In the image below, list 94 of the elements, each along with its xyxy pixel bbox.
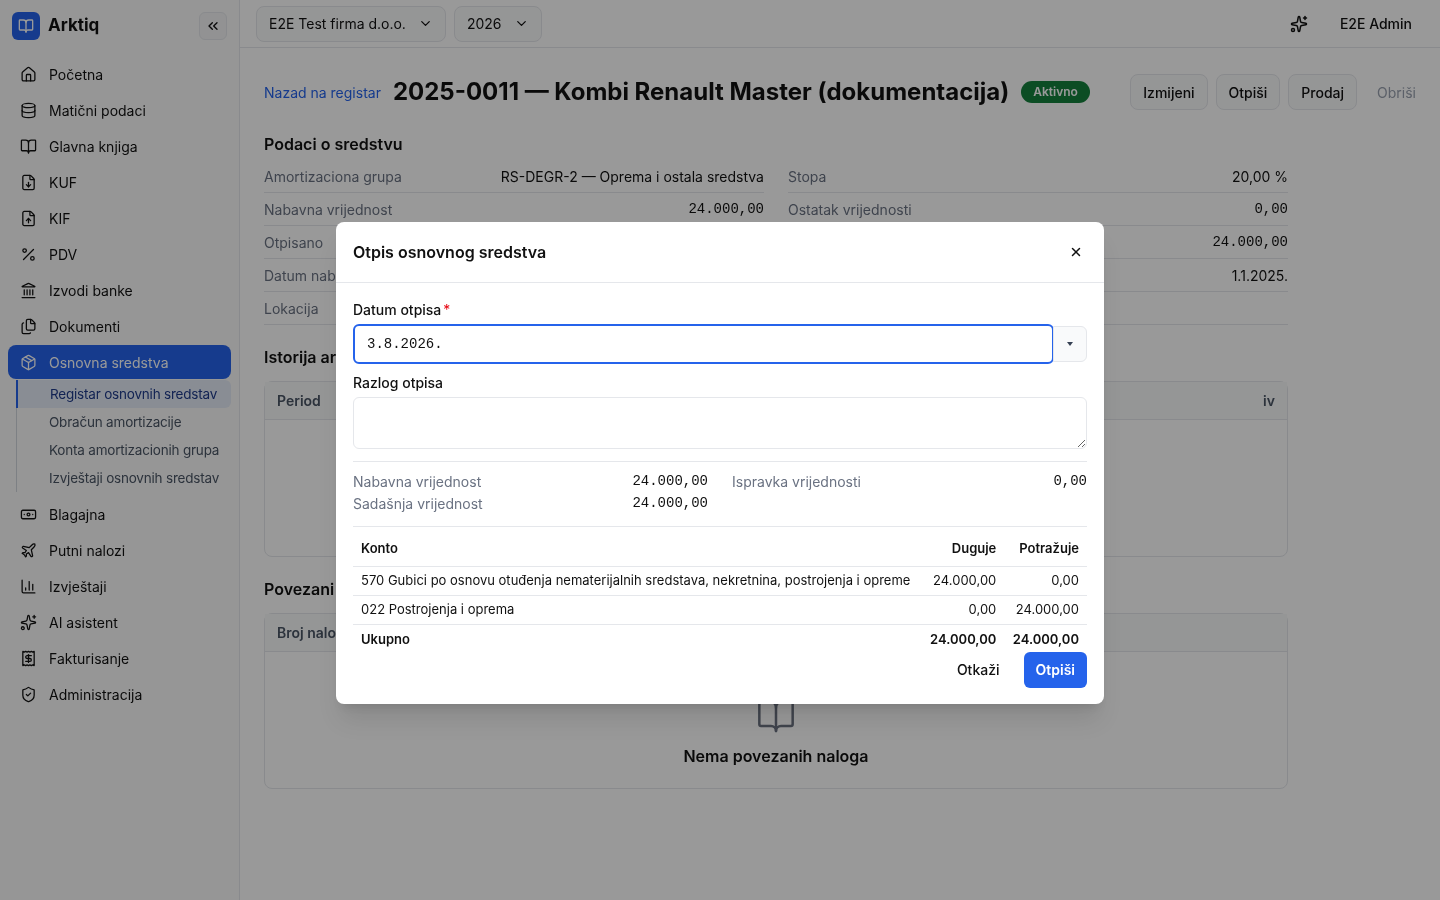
info-value: 24.000,00 bbox=[688, 199, 764, 219]
field-label: Datum otpisa bbox=[353, 300, 442, 320]
table-cell: 24.000,00 bbox=[921, 624, 1005, 654]
section-title: Podaci o sredstvu bbox=[264, 133, 403, 156]
info-value: 24.000,00 bbox=[1212, 232, 1288, 252]
summary-value: 24.000,00 bbox=[632, 493, 708, 513]
confirm-button[interactable]: Otpiši bbox=[1023, 651, 1087, 688]
sidebar-item[interactable]: PDV bbox=[8, 237, 231, 271]
summary-label: Sadašnja vrijednost bbox=[353, 493, 483, 514]
reason-field[interactable] bbox=[353, 397, 1087, 449]
sidebar-item[interactable]: Putni nalozi bbox=[8, 533, 231, 567]
sidebar-item[interactable]: Dokumenti bbox=[8, 309, 231, 343]
table-cell: 0,00 bbox=[1004, 566, 1087, 596]
sidebar-item[interactable]: Glavna knjiga bbox=[8, 129, 231, 163]
sidebar-item[interactable]: Matični podaci bbox=[8, 93, 231, 127]
logo-icon bbox=[12, 12, 40, 40]
section-title: Povezani bbox=[264, 578, 335, 601]
summary-label: Nabavna vrijednost bbox=[353, 471, 482, 492]
file-download-icon bbox=[20, 173, 37, 191]
empty-message: Nema povezanih naloga bbox=[683, 745, 869, 768]
sidebar-item[interactable]: KUF bbox=[8, 165, 231, 199]
column-header: Period bbox=[277, 391, 321, 411]
column-header: iv bbox=[1263, 391, 1275, 411]
table-cell: 022 Postrojenja i oprema bbox=[353, 595, 922, 625]
sidebar-subitem[interactable]: Registar osnovnih sredstav bbox=[16, 380, 231, 408]
bank-icon bbox=[20, 281, 37, 299]
sidebar-subitem[interactable]: Obračun amortizacije bbox=[17, 408, 231, 436]
table-cell: Ukupno bbox=[353, 624, 922, 654]
info-label: Stopa bbox=[788, 166, 827, 187]
collapse-button[interactable] bbox=[199, 12, 227, 40]
column-header: Konto bbox=[353, 526, 922, 567]
info-label: Lokacija bbox=[264, 298, 319, 319]
bar-chart-icon bbox=[20, 577, 37, 595]
column-header: Broj nalo bbox=[277, 623, 336, 643]
summary-label: Ispravka vrijednosti bbox=[732, 471, 861, 492]
dialog-title: Otpis osnovnog sredstva bbox=[353, 241, 547, 264]
info-label: Datum nab bbox=[264, 265, 336, 286]
column-header: Potražuje bbox=[1004, 526, 1087, 567]
receipt-icon bbox=[20, 649, 37, 667]
year-select[interactable]: 2026 bbox=[453, 5, 542, 42]
field-label: Razlog otpisa bbox=[353, 373, 445, 393]
status-badge: Aktivno bbox=[1021, 81, 1090, 103]
file-upload-icon bbox=[20, 209, 37, 227]
info-label: Ostatak vrijednosti bbox=[788, 199, 912, 220]
files-icon bbox=[20, 317, 37, 335]
close-icon bbox=[1069, 245, 1083, 259]
table-cell: 0,00 bbox=[921, 595, 1005, 625]
shield-icon bbox=[20, 685, 37, 703]
sidebar-item[interactable]: Početna bbox=[8, 57, 231, 91]
page-title: 2025-0011 — Kombi Renault Master (dokumentacija) bbox=[392, 76, 1010, 108]
required-mark: * bbox=[443, 300, 451, 320]
action-button[interactable]: Prodaj bbox=[1288, 74, 1358, 110]
sidebar-item[interactable]: KIF bbox=[8, 201, 231, 235]
book-icon bbox=[20, 137, 37, 155]
home-icon bbox=[20, 65, 37, 83]
info-label: Amortizaciona grupa bbox=[264, 166, 402, 187]
back-link[interactable]: Nazad na registar bbox=[264, 81, 381, 103]
date-field[interactable]: 3.8.2026. bbox=[353, 324, 1054, 364]
cancel-button[interactable]: Otkaži bbox=[944, 651, 1012, 688]
action-button[interactable]: Otpiši bbox=[1215, 74, 1281, 110]
column-header: Duguje bbox=[921, 526, 1005, 567]
app-name: Arktiq bbox=[48, 14, 100, 38]
table-cell: 24.000,00 bbox=[921, 566, 1005, 596]
sidebar-item[interactable]: Fakturisanje bbox=[8, 641, 231, 675]
sparkles-icon[interactable] bbox=[1289, 14, 1308, 33]
box-icon bbox=[20, 353, 37, 371]
sparkles-icon bbox=[20, 613, 37, 631]
company-select[interactable]: E2E Test firma d.o.o. bbox=[256, 5, 446, 42]
caret-icon bbox=[1067, 342, 1073, 346]
sidebar-item[interactable]: Izvještaji bbox=[8, 569, 231, 603]
summary-value: 24.000,00 bbox=[632, 471, 708, 491]
info-value: 20,00 % bbox=[1231, 166, 1288, 187]
plane-icon bbox=[20, 541, 37, 559]
user-name[interactable]: E2E Admin bbox=[1339, 13, 1412, 34]
info-label: Otpisano bbox=[264, 232, 324, 253]
table-cell: 24.000,00 bbox=[1004, 624, 1087, 654]
section-title: Istorija ar bbox=[264, 346, 337, 369]
sidebar-subitem[interactable]: Konta amortizacionih grupa bbox=[17, 436, 231, 464]
database-icon bbox=[20, 101, 37, 119]
table-cell: 570 Gubici po osnovu otuđenja nematerijalnih sredstava, nekretnina, postrojenja i opreme bbox=[353, 566, 922, 596]
percent-icon bbox=[20, 245, 37, 263]
sidebar-item[interactable]: Blagajna bbox=[8, 497, 231, 531]
info-value: RS-DEGR-2 — Oprema i ostala sredstva bbox=[500, 166, 764, 187]
sidebar-item[interactable]: Osnovna sredstva bbox=[8, 345, 231, 379]
action-button[interactable]: Izmijeni bbox=[1130, 74, 1208, 110]
table-cell: 24.000,00 bbox=[1004, 595, 1087, 625]
sidebar-item[interactable]: Administracija bbox=[8, 677, 231, 711]
info-value: 1.1.2025. bbox=[1231, 265, 1288, 286]
summary-value: 0,00 bbox=[1053, 471, 1087, 491]
sidebar-item[interactable]: Izvodi banke bbox=[8, 273, 231, 307]
sidebar-item[interactable]: AI asistent bbox=[8, 605, 231, 639]
info-value: 0,00 bbox=[1254, 199, 1288, 219]
sidebar-subitem[interactable]: Izvještaji osnovnih sredstav bbox=[17, 464, 231, 492]
info-label: Nabavna vrijednost bbox=[264, 199, 393, 220]
